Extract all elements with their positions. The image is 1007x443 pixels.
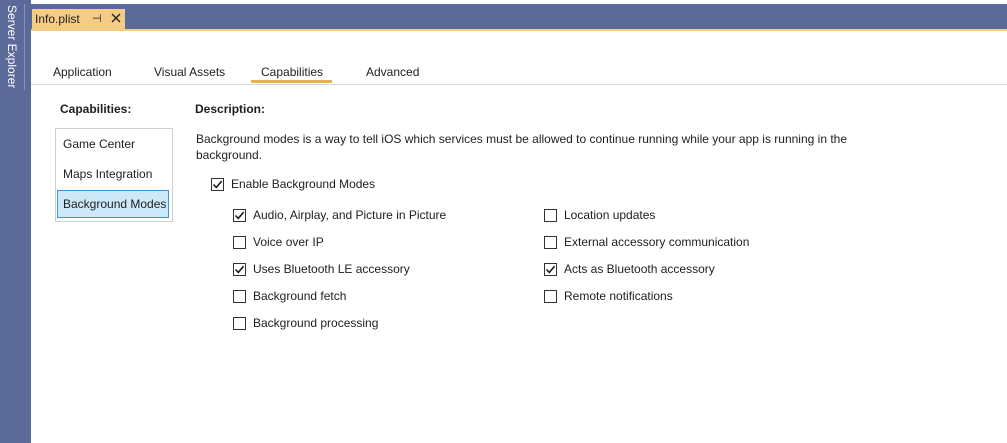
server-explorer-label: Server Explorer <box>5 5 19 89</box>
server-explorer-tab[interactable]: Server Explorer <box>0 4 25 90</box>
checkbox-box[interactable] <box>233 262 246 276</box>
mode-external-accessory[interactable]: External accessory communication <box>544 234 749 250</box>
checkbox-box[interactable] <box>233 235 246 249</box>
mode-acts-as-bluetooth-accessory[interactable]: Acts as Bluetooth accessory <box>544 261 715 277</box>
description-title: Description: <box>195 102 266 116</box>
checkbox-box[interactable] <box>544 262 557 276</box>
side-toolbar: Server Explorer <box>0 0 31 443</box>
tab-application[interactable]: Application <box>53 64 112 80</box>
tab-advanced[interactable]: Advanced <box>366 64 419 80</box>
checkbox-label: Background fetch <box>253 289 347 303</box>
checkbox-label: Enable Background Modes <box>231 177 376 191</box>
checkbox-label: Audio, Airplay, and Picture in Picture <box>253 208 447 222</box>
checkbox-box[interactable] <box>233 208 246 222</box>
checkbox-box[interactable] <box>544 289 557 303</box>
document-tab-well: Info.plist ⊣ <box>31 0 1007 30</box>
mode-location-updates[interactable]: Location updates <box>544 207 655 223</box>
checkbox-label: Uses Bluetooth LE accessory <box>253 262 410 276</box>
capabilities-title: Capabilities: <box>60 102 132 116</box>
tab-strip-divider <box>31 84 1007 85</box>
capabilities-list: Game Center Maps Integration Background … <box>55 128 173 222</box>
checkbox-label: Voice over IP <box>253 235 324 249</box>
checkbox-box[interactable] <box>544 208 557 222</box>
description-text: Background modes is a way to tell iOS wh… <box>196 132 848 162</box>
checkbox-label: Location updates <box>564 208 656 222</box>
mode-background-processing[interactable]: Background processing <box>233 315 378 331</box>
plist-editor: Application Visual Assets Capabilities A… <box>31 31 1007 443</box>
checkbox-box[interactable] <box>544 235 557 249</box>
close-icon[interactable] <box>109 10 123 26</box>
enable-background-modes-checkbox[interactable]: Enable Background Modes <box>211 176 375 192</box>
active-tab-indicator <box>251 80 332 83</box>
checkbox-label: Remote notifications <box>564 289 673 303</box>
checkbox-box[interactable] <box>233 289 246 303</box>
checkbox-label: Background processing <box>253 316 379 330</box>
tab-capabilities[interactable]: Capabilities <box>261 64 323 80</box>
checkbox-label: Acts as Bluetooth accessory <box>564 262 715 276</box>
capability-background-modes[interactable]: Background Modes <box>57 190 169 218</box>
tab-well-top-border <box>31 0 1007 4</box>
mode-bluetooth-le-accessory[interactable]: Uses Bluetooth LE accessory <box>233 261 410 277</box>
mode-voice-over-ip[interactable]: Voice over IP <box>233 234 324 250</box>
tab-visual-assets[interactable]: Visual Assets <box>154 64 225 80</box>
mode-background-fetch[interactable]: Background fetch <box>233 288 346 304</box>
mode-audio-airplay-pip[interactable]: Audio, Airplay, and Picture in Picture <box>233 207 446 223</box>
capability-maps-integration[interactable]: Maps Integration <box>57 160 169 188</box>
document-tab-info-plist[interactable]: Info.plist ⊣ <box>32 9 125 29</box>
checkbox-box[interactable] <box>233 316 246 330</box>
pin-icon[interactable]: ⊣ <box>92 12 102 25</box>
checkbox-label: External accessory communication <box>564 235 750 249</box>
checkbox-box[interactable] <box>211 177 224 191</box>
capability-game-center[interactable]: Game Center <box>57 130 169 158</box>
document-tab-title: Info.plist <box>35 12 80 26</box>
mode-remote-notifications[interactable]: Remote notifications <box>544 288 673 304</box>
